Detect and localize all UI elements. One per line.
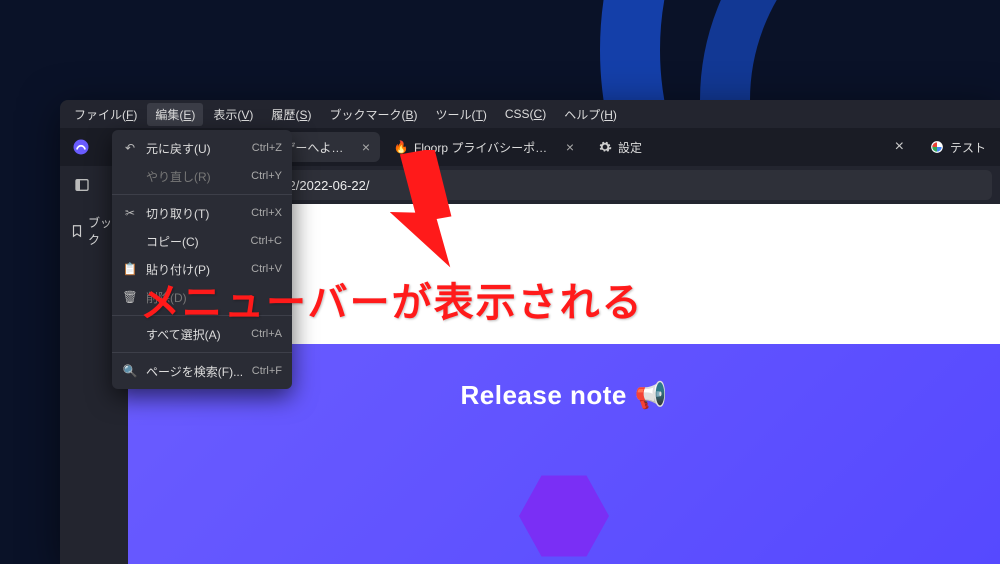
tab-label: Floorp プライバシーポリシー / Ablaz...	[414, 139, 556, 156]
menu-redo[interactable]: やり直し(R) Ctrl+Y	[112, 162, 292, 190]
search-icon: 🔍	[122, 364, 138, 378]
menu-css[interactable]: CSS(C)	[497, 104, 554, 124]
bookmark-icon	[70, 223, 84, 239]
tabbar-close-icon[interactable]: ×	[895, 138, 904, 156]
tab-close-icon[interactable]: ×	[566, 139, 574, 155]
tab-label: 設定	[618, 139, 642, 156]
cut-icon: ✂	[122, 206, 138, 220]
menu-cut[interactable]: ✂ 切り取り(T) Ctrl+X	[112, 199, 292, 227]
app-logo-icon	[70, 136, 92, 158]
tab-privacy[interactable]: 🔥 Floorp プライバシーポリシー / Ablaz... ×	[384, 132, 584, 162]
paste-icon: 📋	[122, 262, 138, 276]
menu-view[interactable]: 表示(V)	[205, 103, 261, 126]
menu-separator	[112, 194, 292, 195]
google-icon	[930, 140, 944, 154]
delete-icon: 🗑	[122, 290, 138, 304]
menu-history[interactable]: 履歴(S)	[263, 103, 319, 126]
menu-select-all[interactable]: すべて選択(A) Ctrl+A	[112, 320, 292, 348]
menu-separator	[112, 352, 292, 353]
tab-close-icon[interactable]: ×	[362, 139, 370, 155]
tab-test[interactable]: テスト	[920, 132, 996, 162]
banner-title: Release note 📢	[460, 380, 667, 411]
menu-help[interactable]: ヘルプ(H)	[556, 103, 625, 126]
menu-edit[interactable]: 編集(E)	[147, 103, 203, 126]
tab-label: テスト	[950, 139, 986, 156]
menu-delete[interactable]: 🗑 削除(D)	[112, 283, 292, 311]
menu-copy[interactable]: コピー(C) Ctrl+C	[112, 227, 292, 255]
menu-undo[interactable]: ↶ 元に戻す(U) Ctrl+Z	[112, 134, 292, 162]
menu-file[interactable]: ファイル(F)	[66, 103, 145, 126]
gear-icon	[598, 140, 612, 154]
menu-find-in-page[interactable]: 🔍 ページを検索(F)... Ctrl+F	[112, 357, 292, 385]
sidepanel-toggle-icon[interactable]	[68, 171, 96, 199]
hexagon-logo-icon	[519, 471, 609, 561]
menu-separator	[112, 315, 292, 316]
undo-icon: ↶	[122, 141, 138, 155]
favicon-icon: 🔥	[394, 140, 408, 154]
menu-tools[interactable]: ツール(T)	[427, 103, 494, 126]
tab-settings[interactable]: 設定	[588, 132, 652, 162]
edit-menu-dropdown: ↶ 元に戻す(U) Ctrl+Z やり直し(R) Ctrl+Y ✂ 切り取り(T…	[112, 130, 292, 389]
menubar: ファイル(F) 編集(E) 表示(V) 履歴(S) ブックマーク(B) ツール(…	[60, 100, 1000, 128]
menu-bookmarks[interactable]: ブックマーク(B)	[321, 103, 425, 126]
menu-paste[interactable]: 📋 貼り付け(P) Ctrl+V	[112, 255, 292, 283]
